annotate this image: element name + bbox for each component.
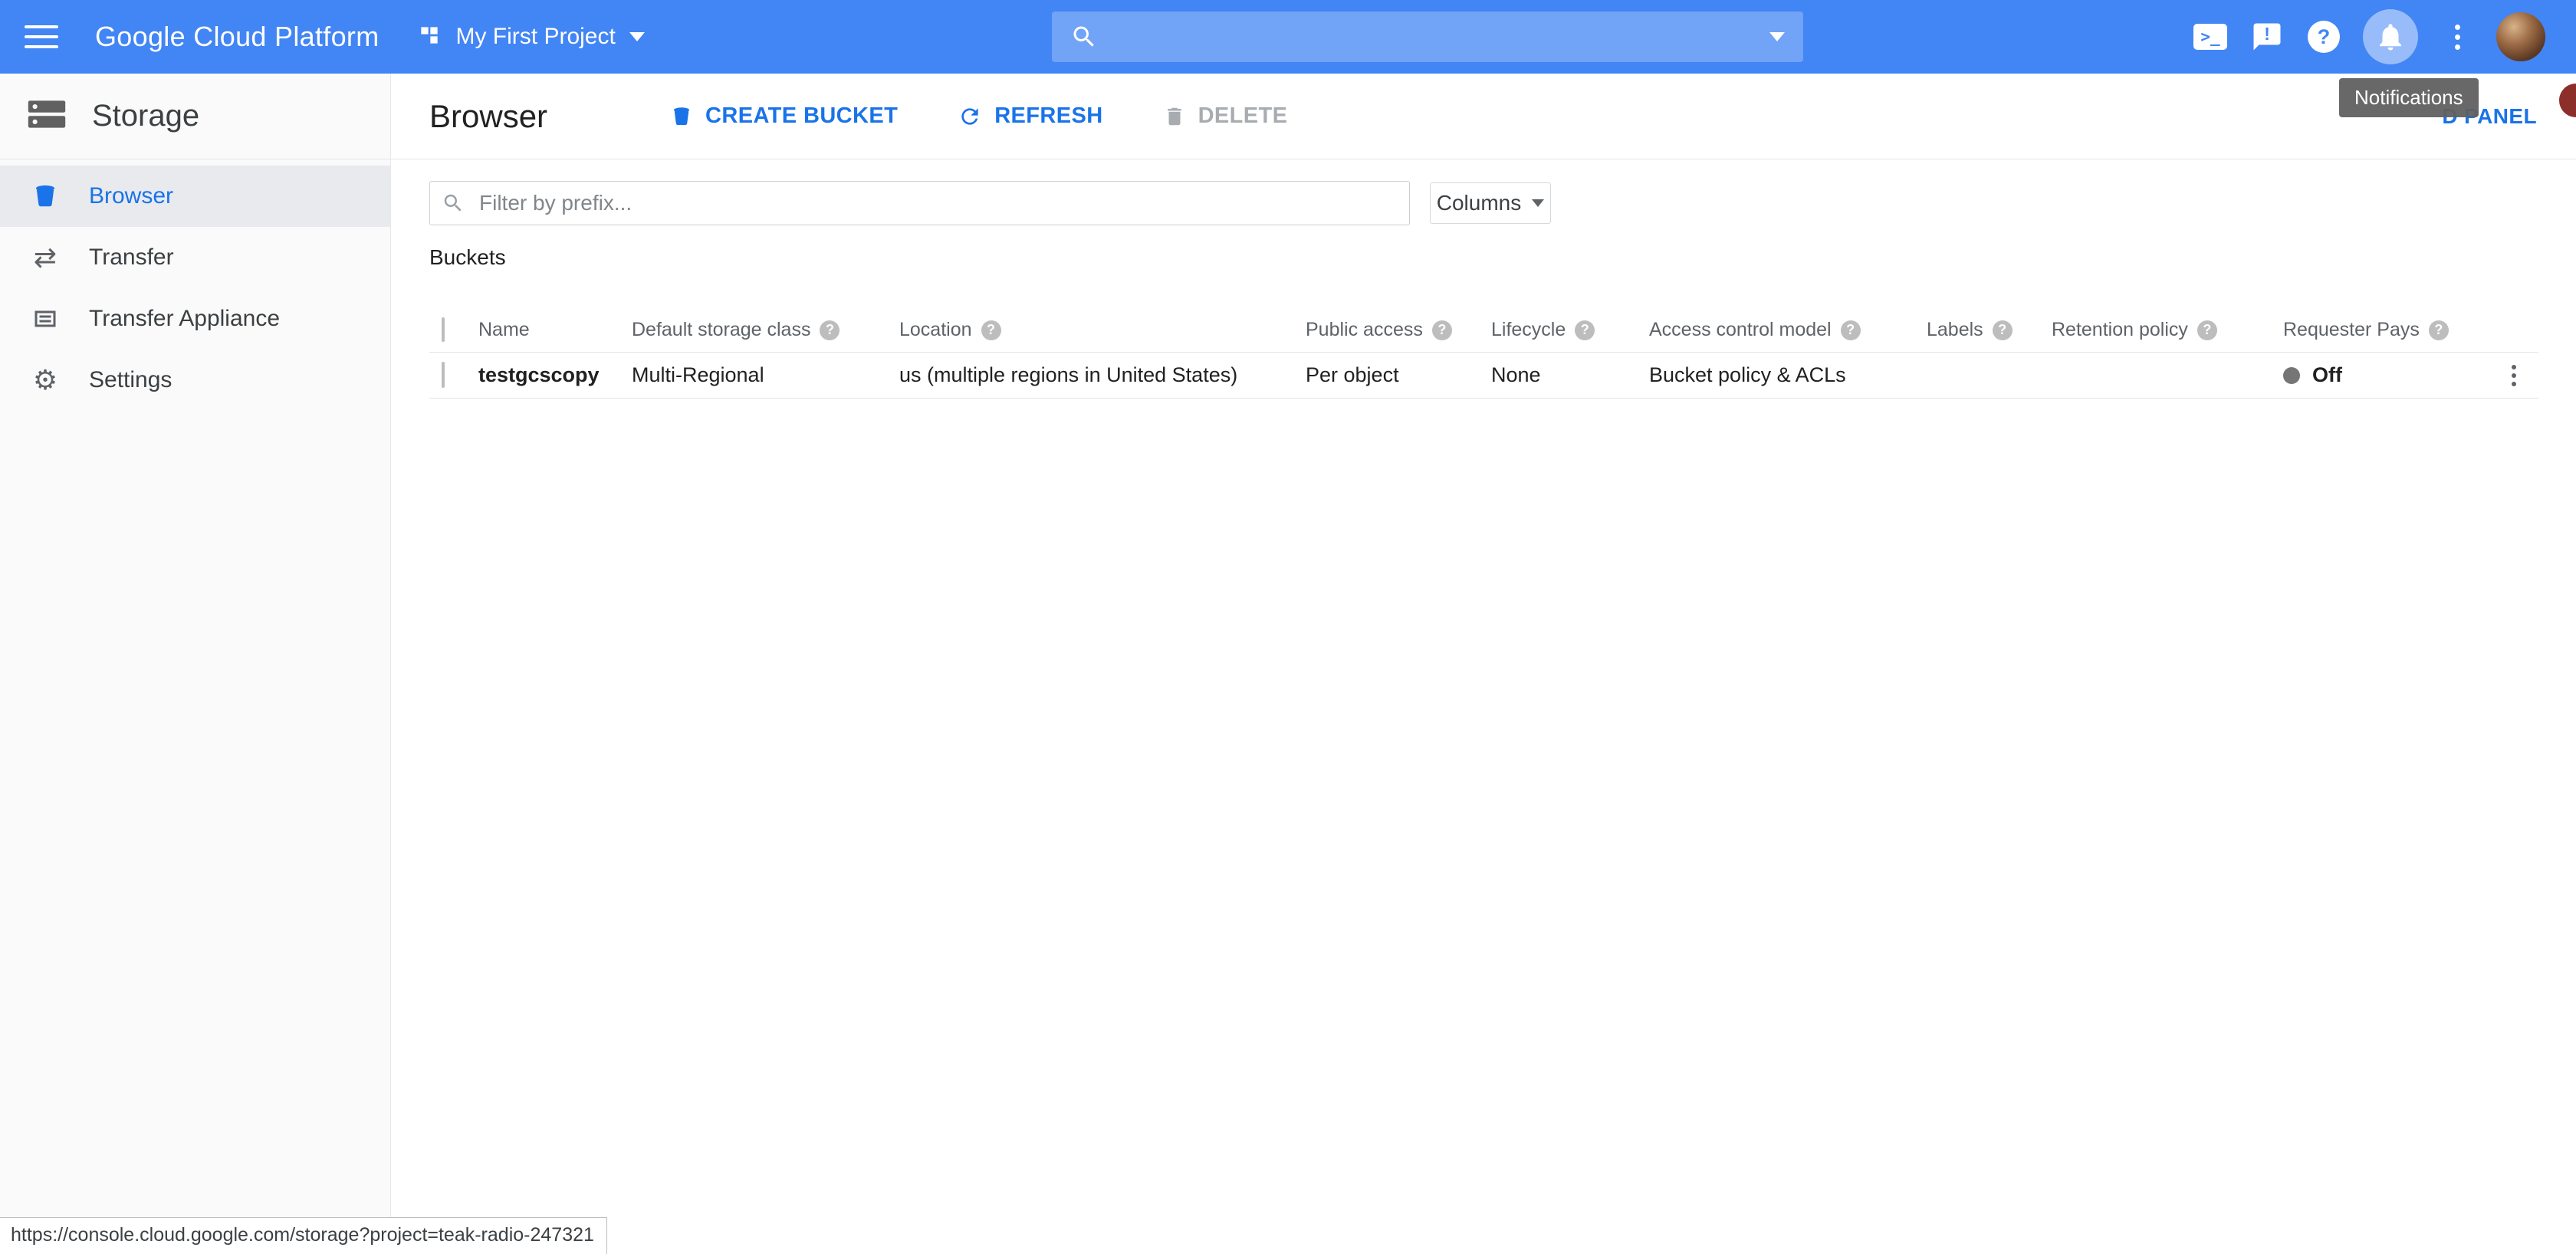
sidebar-header: Storage — [0, 74, 390, 159]
table-header-row: Name Default storage class? Location? Pu… — [429, 308, 2538, 353]
sidebar-item-transfer-appliance[interactable]: Transfer Appliance — [0, 288, 390, 350]
gcp-logo[interactable]: Google Cloud Platform — [95, 21, 379, 53]
sidebar-nav: Browser ⇄ Transfer Transfer Appliance ⚙ … — [0, 159, 390, 411]
help-icon[interactable]: ? — [2429, 320, 2449, 340]
header-search[interactable] — [1052, 11, 1803, 62]
cell-public-access: Per object — [1306, 363, 1491, 387]
create-bucket-button[interactable]: CREATE BUCKET — [670, 103, 898, 129]
search-icon — [1070, 23, 1098, 51]
appliance-icon — [28, 305, 63, 333]
notifications-button[interactable] — [2363, 9, 2418, 64]
delete-label: DELETE — [1198, 103, 1288, 129]
th-requester-pays: Requester Pays? — [2283, 319, 2489, 341]
help-icon[interactable]: ? — [1432, 320, 1452, 340]
th-location: Location? — [899, 319, 1306, 341]
bell-icon — [2374, 21, 2407, 53]
hamburger-menu-button[interactable] — [25, 25, 58, 48]
th-public-access: Public access? — [1306, 319, 1491, 341]
create-bucket-label: CREATE BUCKET — [705, 103, 898, 129]
sidebar-item-settings[interactable]: ⚙ Settings — [0, 350, 390, 411]
project-icon — [417, 23, 442, 51]
page-title: Browser — [429, 98, 547, 135]
project-caret-icon — [629, 32, 645, 41]
row-kebab-menu[interactable] — [2512, 365, 2516, 386]
cell-lifecycle: None — [1491, 363, 1649, 387]
feedback-icon: ! — [2251, 21, 2283, 53]
filter-field — [429, 181, 1410, 225]
header-checkbox[interactable] — [442, 317, 445, 342]
feedback-button[interactable]: ! — [2249, 19, 2285, 54]
status-url-bar: https://console.cloud.google.com/storage… — [0, 1217, 607, 1254]
chevron-down-icon — [1532, 199, 1544, 207]
row-checkbox[interactable] — [442, 362, 445, 388]
app-bar-actions: >_ ! ? — [2193, 0, 2545, 74]
sidebar-item-transfer[interactable]: ⇄ Transfer — [0, 227, 390, 288]
sidebar-item-label: Settings — [89, 367, 172, 393]
user-avatar[interactable] — [2496, 12, 2545, 61]
th-default-storage-class: Default storage class? — [632, 319, 899, 341]
trash-icon — [1163, 105, 1186, 128]
th-name: Name — [478, 319, 632, 341]
th-access-control-model: Access control model? — [1649, 319, 1927, 341]
storage-product-icon — [26, 97, 67, 135]
help-icon[interactable]: ? — [2197, 320, 2217, 340]
help-icon[interactable]: ? — [1993, 320, 2013, 340]
sidebar-item-label: Transfer — [89, 245, 174, 271]
project-name: My First Project — [455, 24, 615, 50]
filter-row: Columns — [429, 181, 2538, 225]
requester-pays-value: Off — [2312, 363, 2342, 387]
filter-search-icon — [442, 192, 465, 215]
delete-button[interactable]: DELETE — [1163, 103, 1288, 129]
gear-icon: ⚙ — [28, 366, 63, 394]
th-labels: Labels? — [1927, 319, 2052, 341]
page-toolbar: Browser CREATE BUCKET REFRESH DELETE D P… — [391, 74, 2576, 159]
bucket-row: testgcscopy Multi-Regional us (multiple … — [429, 353, 2538, 399]
help-icon: ? — [2308, 21, 2340, 53]
transfer-icon: ⇄ — [28, 244, 63, 271]
refresh-label: REFRESH — [994, 103, 1102, 129]
cell-access-control: Bucket policy & ACLs — [1649, 363, 1927, 387]
th-lifecycle: Lifecycle? — [1491, 319, 1649, 341]
main-content: Columns Buckets Name Default storage cla… — [391, 159, 2576, 1254]
columns-dropdown[interactable]: Columns — [1430, 182, 1551, 224]
bucket-icon — [28, 182, 63, 210]
filter-input[interactable] — [429, 181, 1410, 225]
kebab-icon — [2455, 25, 2460, 50]
bucket-table: Name Default storage class? Location? Pu… — [429, 308, 2538, 399]
search-scope-caret-icon[interactable] — [1769, 32, 1785, 41]
cell-requester-pays: Off — [2283, 363, 2489, 387]
app-bar: Google Cloud Platform My First Project >… — [0, 0, 2576, 74]
sidebar-title: Storage — [92, 99, 199, 133]
help-button[interactable]: ? — [2306, 19, 2341, 54]
columns-label: Columns — [1437, 191, 1521, 215]
project-selector[interactable]: My First Project — [417, 23, 644, 51]
help-icon[interactable]: ? — [1841, 320, 1861, 340]
cell-location: us (multiple regions in United States) — [899, 363, 1306, 387]
header-search-input[interactable] — [1112, 24, 1756, 50]
requester-pays-status-dot — [2283, 367, 2300, 384]
svg-text:!: ! — [2264, 24, 2270, 44]
refresh-button[interactable]: REFRESH — [958, 103, 1102, 129]
cloud-shell-button[interactable]: >_ — [2193, 19, 2228, 54]
cell-storage-class: Multi-Regional — [632, 363, 899, 387]
sidebar-item-label: Browser — [89, 183, 173, 209]
cell-bucket-name[interactable]: testgcscopy — [478, 363, 632, 387]
help-icon[interactable]: ? — [1575, 320, 1595, 340]
sidebar: Storage Browser ⇄ Transfer Transfer Appl… — [0, 74, 391, 1254]
create-bucket-icon — [670, 105, 693, 128]
notifications-tooltip: Notifications — [2339, 78, 2479, 117]
refresh-icon — [958, 104, 982, 129]
help-icon[interactable]: ? — [981, 320, 1001, 340]
cloud-shell-icon: >_ — [2193, 24, 2227, 50]
sidebar-item-browser[interactable]: Browser — [0, 166, 390, 227]
buckets-section-label: Buckets — [429, 245, 2538, 270]
overflow-menu-button[interactable] — [2440, 19, 2475, 54]
th-retention-policy: Retention policy? — [2052, 319, 2283, 341]
sidebar-item-label: Transfer Appliance — [89, 306, 280, 332]
help-icon[interactable]: ? — [820, 320, 840, 340]
